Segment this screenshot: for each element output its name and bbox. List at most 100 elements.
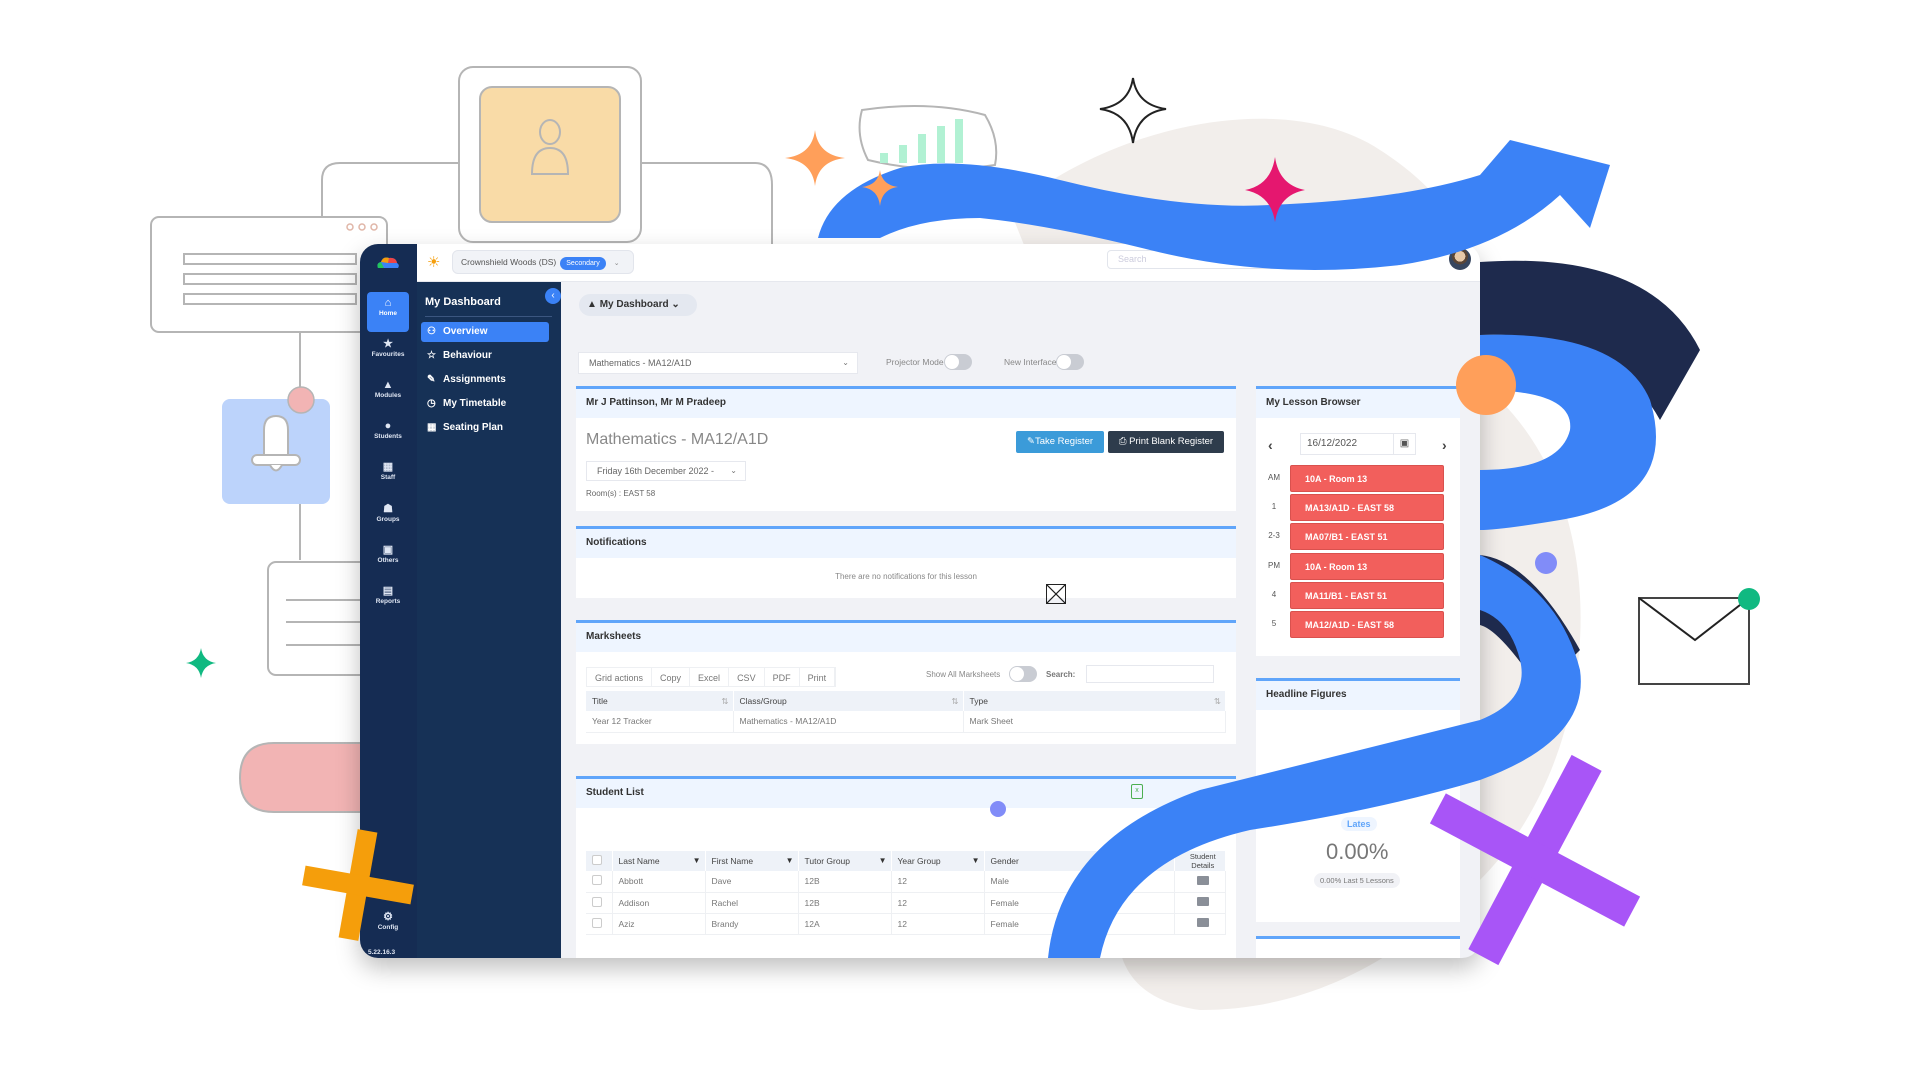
calendar-icon[interactable]: ▣	[1393, 434, 1415, 454]
shapes-icon: ▲	[587, 299, 600, 310]
table-row[interactable]: Addison Rachel 12B 12 Female	[586, 892, 1226, 914]
class-select[interactable]: Mathematics - MA12/A1D ⌄	[578, 352, 858, 374]
rail-item-favourites[interactable]: ★ Favourites	[367, 333, 409, 373]
groups-icon: ☗	[383, 503, 393, 515]
sort-icon: ⇅	[951, 695, 959, 706]
rail-item-modules[interactable]: ▲ Modules	[367, 374, 409, 414]
column-header-last-name[interactable]: Last Name ▼	[612, 851, 706, 871]
sidebar-item-my-timetable[interactable]: ◷ My Timetable	[421, 394, 549, 414]
chart-bubble-illustration	[858, 105, 998, 170]
user-avatar[interactable]	[1449, 248, 1471, 270]
previous-day-button[interactable]: ‹	[1268, 437, 1273, 453]
take-register-button[interactable]: ✎Take Register	[1016, 431, 1104, 453]
lesson-date-select[interactable]: Friday 16th December 2022 - ⌄	[586, 461, 746, 481]
student-table: Last Name ▼ First Name ▼ Tutor Group ▼ Year…	[586, 851, 1226, 935]
excel-button[interactable]: Excel	[690, 668, 730, 686]
select-all-header[interactable]	[586, 851, 613, 871]
lesson-teachers: Mr J Pattinson, Mr M Pradeep	[576, 389, 1236, 418]
rail-item-groups[interactable]: ☗ Groups	[367, 498, 409, 538]
lesson-button[interactable]: MA11/B1 - EAST 51	[1290, 582, 1444, 609]
column-header-first-name[interactable]: First Name ▼	[705, 851, 799, 871]
others-icon: ▣	[382, 544, 394, 556]
top-bar: ☀ Crownshield Woods (DS) Secondary ⌄ Searc…	[417, 244, 1480, 282]
lesson-button[interactable]: MA13/A1D - EAST 58	[1290, 494, 1444, 521]
select-all-checkbox[interactable]	[592, 855, 602, 865]
row-checkbox[interactable]	[592, 896, 602, 907]
chevron-down-icon: ⌄	[668, 299, 680, 310]
lesson-panel: Mr J Pattinson, Mr M Pradeep Mathematics…	[576, 386, 1236, 511]
sidebar-item-seating-plan[interactable]: ▦ Seating Plan	[421, 418, 549, 438]
global-search-input[interactable]: Search	[1107, 250, 1357, 269]
lesson-browser-header: My Lesson Browser	[1256, 389, 1460, 418]
pen-icon: ✎	[427, 374, 436, 385]
lesson-button[interactable]: MA07/B1 - EAST 51	[1290, 523, 1444, 550]
sidebar-item-behaviour[interactable]: ☆ Behaviour	[421, 346, 549, 366]
table-row[interactable]: Abbott Dave 12B 12 Male	[586, 871, 1226, 893]
star-outline-icon: ☆	[427, 350, 436, 361]
column-header-tutor-group[interactable]: Tutor Group ▼	[798, 851, 892, 871]
projector-mode-label: Projector Mode	[886, 357, 944, 367]
dashboard-dropdown[interactable]: ▲ My Dashboard ⌄	[579, 294, 697, 316]
chevron-down-icon: ⌄	[730, 466, 737, 475]
lesson-date-input[interactable]: 16/12/2022 ▣	[1300, 433, 1416, 455]
filter-icon[interactable]: ▼	[879, 856, 887, 865]
show-all-marksheets-toggle[interactable]	[1009, 666, 1037, 682]
rail-item-students[interactable]: ● Students	[367, 415, 409, 455]
orange-sparkle-icon	[785, 130, 845, 186]
grid-actions-label: Grid actions	[587, 668, 653, 686]
rail-item-staff[interactable]: ▦ Staff	[367, 456, 409, 496]
projector-mode-toggle[interactable]	[944, 354, 972, 370]
column-header-year-group[interactable]: Year Group ▼	[891, 851, 985, 871]
pink-pill-illustration	[238, 742, 371, 813]
student-details-icon[interactable]	[1196, 918, 1209, 927]
lesson-button[interactable]: 10A - Room 13	[1290, 553, 1444, 580]
staff-icon: ▦	[382, 461, 394, 473]
sidebar-item-assignments[interactable]: ✎ Assignments	[421, 370, 549, 390]
school-selector[interactable]: Crownshield Woods (DS) Secondary ⌄	[452, 250, 634, 274]
filter-icon[interactable]: ▼	[972, 856, 980, 865]
lesson-period-label: 4	[1271, 590, 1277, 599]
filter-icon[interactable]: ▼	[693, 856, 701, 865]
lesson-button[interactable]: 10A - Room 13	[1290, 465, 1444, 492]
print-icon: ⎙	[1118, 436, 1130, 447]
lesson-button[interactable]: MA12/A1D - EAST 58	[1290, 611, 1444, 638]
marksheet-search-input[interactable]	[1086, 665, 1214, 683]
lesson-period-label: AM	[1268, 473, 1280, 482]
user-card-illustration	[458, 66, 642, 243]
copy-button[interactable]: Copy	[652, 668, 691, 686]
print-blank-register-button[interactable]: ⎙ Print Blank Register	[1108, 431, 1224, 453]
column-header-gender[interactable]: Gender	[984, 851, 1175, 871]
lesson-rooms: Room(s) : EAST 58	[586, 489, 656, 498]
column-header-class-group[interactable]: Class/Group ⇅	[733, 691, 964, 711]
next-day-button[interactable]: ›	[1442, 437, 1447, 453]
sidebar-divider	[425, 316, 552, 317]
row-checkbox[interactable]	[592, 875, 602, 886]
print-button[interactable]: Print	[800, 668, 836, 686]
school-logo-icon: ☀	[427, 254, 441, 271]
column-header-title[interactable]: Title ⇅	[586, 691, 734, 711]
cloud-logo-icon	[377, 257, 399, 268]
student-details-icon[interactable]	[1196, 875, 1209, 885]
modules-icon: ▲	[382, 379, 394, 391]
sidebar-item-overview[interactable]: ⚇ Overview	[421, 322, 549, 342]
rail-item-others[interactable]: ▣ Others	[367, 539, 409, 579]
student-details-icon[interactable]	[1196, 897, 1209, 906]
new-interface-toggle[interactable]	[1056, 354, 1084, 370]
table-row[interactable]: Aziz Brandy 12A 12 Female	[586, 913, 1226, 935]
column-header-student-details: Student Details	[1174, 851, 1226, 871]
marksheets-table: Title ⇅ Class/Group ⇅ Type ⇅ Year 12 Tracke…	[586, 691, 1226, 733]
row-checkbox[interactable]	[592, 917, 602, 928]
pdf-button[interactable]: PDF	[765, 668, 800, 686]
rail-item-config[interactable]: ⚙ Config	[367, 906, 409, 946]
column-header-type[interactable]: Type ⇅	[963, 691, 1226, 711]
notifications-empty-text: There are no notifications for this less…	[835, 572, 977, 581]
rail-item-reports[interactable]: ▤ Reports	[367, 580, 409, 620]
rail-item-home[interactable]: ⌂ Home	[367, 292, 409, 332]
main-content: ▲ My Dashboard ⌄ Mathematics - MA12/A1D ⌄…	[561, 282, 1480, 958]
excel-export-icon[interactable]: x	[1131, 784, 1143, 799]
csv-button[interactable]: CSV	[729, 668, 765, 686]
filter-icon[interactable]: ▼	[786, 856, 794, 865]
collapse-sidebar-button[interactable]: ‹	[545, 288, 561, 304]
school-type-badge: Secondary	[560, 257, 606, 270]
table-row[interactable]: Year 12 Tracker Mathematics - MA12/A1D M…	[586, 711, 1226, 733]
